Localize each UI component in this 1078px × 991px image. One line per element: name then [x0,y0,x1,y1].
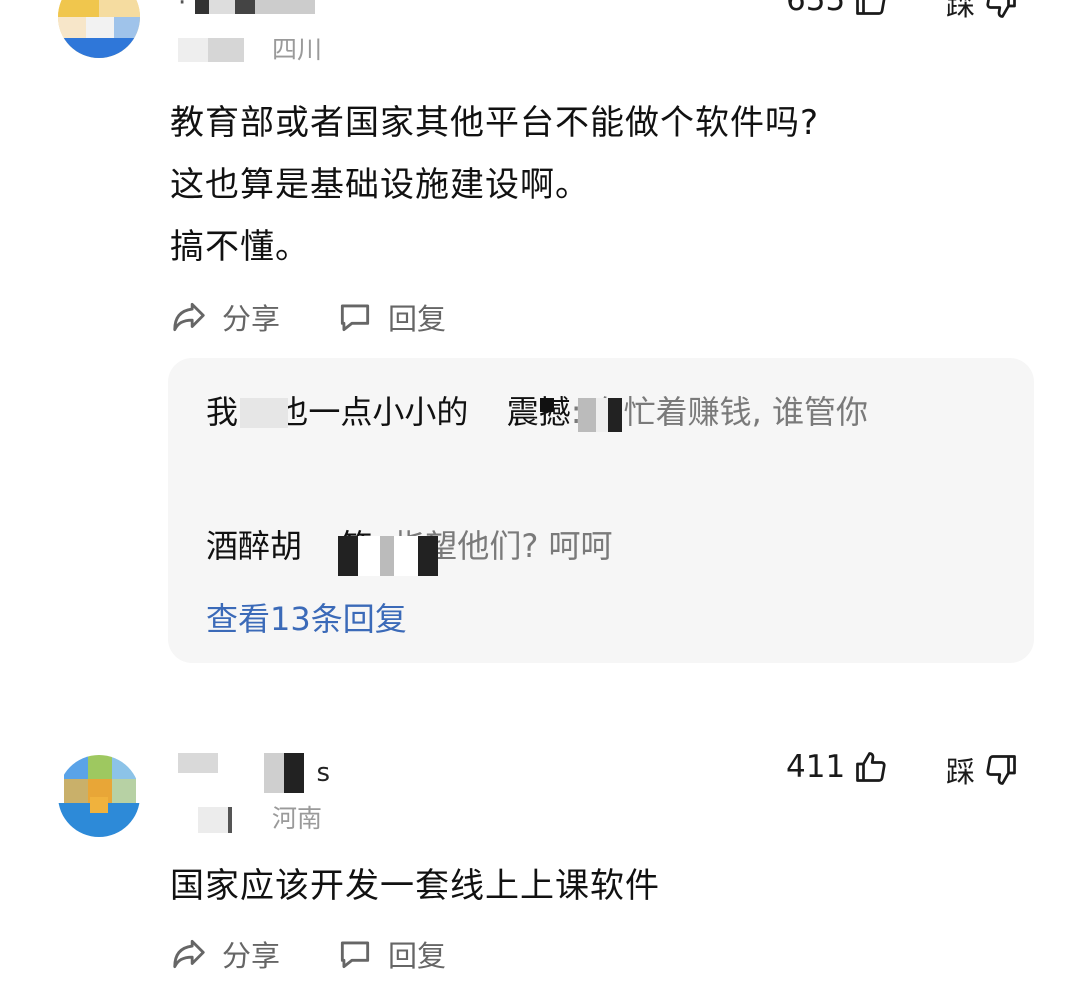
avatar[interactable] [58,755,140,837]
like-button[interactable]: 411 [786,749,889,785]
reply-label: 回复 [388,302,447,336]
share-button[interactable]: 分享 [170,933,280,975]
share-icon [173,302,205,332]
thumbs-down-icon [986,755,1016,785]
reply-item[interactable]: 酒醉胡 笑: 指望他们? 呵呵 [206,518,986,574]
censored-block [338,536,438,576]
comment-actions: 分享 回复 [170,933,446,975]
censored-block [578,398,622,432]
censored-block [540,398,554,412]
comment-line: 国家应该开发一套线上上课软件 [170,866,660,906]
comment-line: 这也算是基础设施建设啊。 [170,165,590,205]
censored-username [194,0,315,14]
censored-block [240,398,288,428]
dislike-button[interactable]: 踩 [946,0,1019,24]
replies-box: 我 也一点小小的 震撼: 在忙着赚钱, 谁管你 酒醉胡 笑: 指望他们? 呵呵 … [168,358,1034,663]
view-more-replies-link[interactable]: 查看13条回复 [206,594,407,640]
dislike-label: 踩 [946,0,976,22]
location: 河南 [272,804,323,833]
share-button[interactable]: 分享 [170,296,280,338]
share-label: 分享 [222,939,281,973]
share-label: 分享 [222,302,281,336]
reply-button[interactable]: 回复 [336,296,446,338]
like-count: 411 [786,749,846,785]
thumbs-down-icon [986,0,1016,18]
reply-icon [340,941,370,969]
username[interactable]: · [178,0,315,18]
reply-label: 回复 [388,939,447,973]
username[interactable]: s [178,753,330,793]
reply-icon [340,304,370,332]
censored-badge [178,38,244,62]
comment-body: 国家应该开发一套线上上课软件 [170,855,660,917]
comment-line: 教育部或者国家其他平台不能做个软件吗? [170,103,820,143]
censored-username [178,753,218,793]
like-count: 655 [786,0,846,18]
comment-body: 教育部或者国家其他平台不能做个软件吗? 这也算是基础设施建设啊。 搞不懂。 [170,92,819,278]
censored-badge [198,807,244,833]
censored-username [264,753,305,793]
like-button[interactable]: 655 [786,0,889,18]
reply-button[interactable]: 回复 [336,933,446,975]
comment-line: 搞不懂。 [170,227,310,267]
share-icon [173,939,205,969]
dislike-label: 踩 [946,755,976,789]
dislike-button[interactable]: 踩 [946,749,1019,791]
thumbs-up-icon [856,752,886,782]
avatar[interactable] [58,0,140,58]
comment-actions: 分享 回复 [170,296,446,338]
location: 四川 [272,35,323,64]
thumbs-up-icon [856,0,886,15]
